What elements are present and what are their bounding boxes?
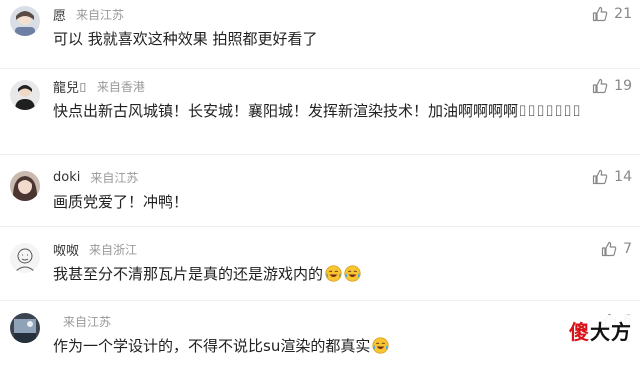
divider (0, 68, 640, 69)
comment-text: 可以 我就喜欢这种效果 拍照都更好看了 (53, 28, 318, 49)
like-button[interactable]: 19 (592, 78, 632, 94)
avatar-sketch-icon[interactable] (10, 243, 40, 273)
thumbs-up-icon (593, 6, 608, 22)
comment-text-content: 可以 我就喜欢这种效果 拍照都更好看了 (53, 30, 318, 48)
comment-text-content: 作为一个学设计的，不得不说比su渲染的都真实 (53, 337, 371, 355)
laugh-cry-emoji (344, 265, 361, 282)
location-label: 来自江苏 (76, 7, 125, 22)
divider (0, 154, 640, 155)
comment-text-content: 快点出新古风城镇！长安城！襄阳城！发挥新渲染技术！加油啊啊啊啊⌷⌷⌷⌷⌷⌷⌷ (53, 102, 582, 120)
thumbs-up-icon (593, 169, 608, 185)
username[interactable]: 龍兒⌷ (53, 77, 87, 96)
comment-meta: 龍兒⌷ 来自香港 (53, 76, 145, 96)
comment-meta: 来自江苏 (53, 311, 111, 331)
comment-text: 我甚至分不清那瓦片是真的还是游戏内的 (53, 263, 361, 284)
laugh-cry-emoji (325, 265, 342, 282)
username[interactable]: doki (53, 170, 80, 185)
comment-meta: doki 来自江苏 (53, 167, 138, 187)
like-count: 7 (623, 241, 632, 257)
location-label: 来自香港 (96, 79, 145, 94)
location-label: 来自江苏 (90, 170, 139, 185)
comment-meta: 愿 来自江苏 (53, 4, 124, 24)
laugh-cry-emoji (372, 337, 389, 354)
avatar-portrait-icon[interactable] (10, 80, 40, 110)
location-label: 来自江苏 (63, 314, 112, 329)
comment-item: 来自江苏 6 作为一个学设计的，不得不说比su渲染的都真实 (0, 311, 640, 381)
avatar-anime-icon[interactable] (10, 6, 40, 36)
comment-text-content: 我甚至分不清那瓦片是真的还是游戏内的 (53, 265, 324, 283)
comment-text: 画质党爱了！冲鸭！ (53, 191, 188, 212)
like-button[interactable]: 21 (592, 6, 632, 22)
like-count: 14 (614, 169, 632, 185)
avatar-dark-icon[interactable] (10, 313, 40, 343)
comment-text-content: 画质党爱了！冲鸭！ (53, 193, 189, 211)
comment-item: 愿 来自江苏 21 可以 我就喜欢这种效果 拍照都更好看了 (0, 4, 640, 74)
location-label: 来自浙江 (89, 242, 138, 257)
comment-text: 作为一个学设计的，不得不说比su渲染的都真实 (53, 335, 389, 356)
username[interactable]: 呶呶 (53, 240, 79, 259)
thumbs-up-icon (601, 241, 617, 257)
thumbs-up-icon (593, 78, 608, 94)
comment-text: 快点出新古风城镇！长安城！襄阳城！发挥新渲染技术！加油啊啊啊啊⌷⌷⌷⌷⌷⌷⌷ (53, 100, 581, 121)
comment-item: 呶呶 来自浙江 7 我甚至分不清那瓦片是真的还是游戏内的 (0, 239, 640, 309)
watermark-part1: 傻 (569, 320, 590, 344)
like-button[interactable]: 14 (592, 169, 632, 185)
divider (0, 300, 640, 301)
watermark-part2: 大方 (590, 320, 632, 344)
divider (0, 226, 640, 227)
like-count: 21 (614, 6, 632, 22)
username[interactable]: 愿 (53, 5, 66, 24)
comment-meta: 呶呶 来自浙江 (53, 239, 137, 259)
comment-item: 龍兒⌷ 来自香港 19 快点出新古风城镇！长安城！襄阳城！发挥新渲染技术！加油啊… (0, 76, 640, 146)
watermark-logo: 傻大方 (565, 315, 636, 346)
like-count: 19 (614, 78, 632, 94)
like-button[interactable]: 7 (601, 241, 632, 257)
avatar-girl-icon[interactable] (10, 171, 40, 201)
